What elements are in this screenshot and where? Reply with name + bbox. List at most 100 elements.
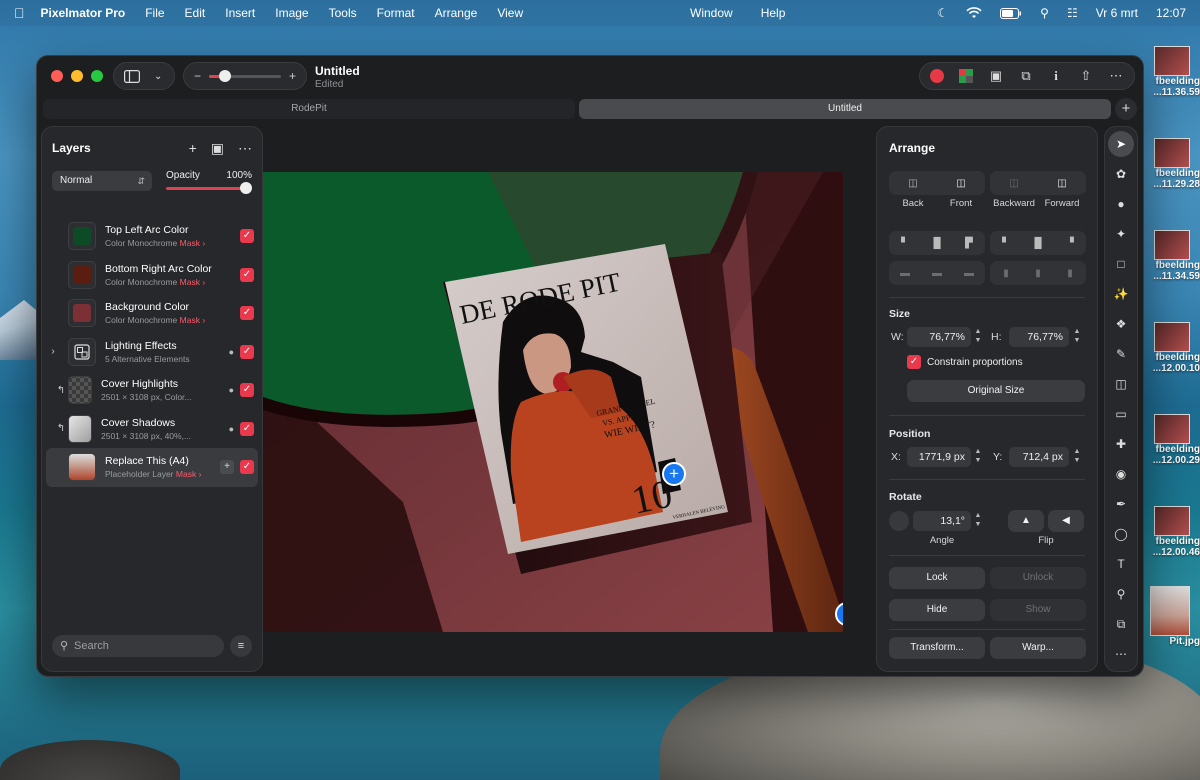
align-center-icon[interactable]: █ — [1022, 231, 1054, 255]
magic-wand-icon[interactable]: ✨ — [1108, 281, 1134, 307]
constrain-proportions-checkbox[interactable]: ✓ Constrain proportions — [907, 355, 1023, 369]
layer-row[interactable]: Background Color Color Monochrome Mask ›… — [46, 294, 258, 333]
apple-icon[interactable]:  — [14, 5, 25, 21]
layer-visibility-checkbox[interactable]: ✓ — [240, 383, 254, 398]
zoom-tool-icon[interactable]: ⚲ — [1108, 581, 1134, 607]
selection-tool-icon[interactable]: □ — [1108, 251, 1134, 277]
menu-arrange[interactable]: Arrange — [435, 6, 478, 20]
shapes-tool-icon[interactable]: ◯ — [1108, 521, 1134, 547]
send-backward-button[interactable]: ◫ — [990, 171, 1038, 195]
fullscreen-window-button[interactable] — [91, 70, 103, 82]
menu-insert[interactable]: Insert — [225, 6, 255, 20]
bring-to-front-button[interactable]: ◫ — [937, 171, 985, 195]
menu-format[interactable]: Format — [377, 6, 415, 20]
blend-mode-select[interactable]: Normal ⇵ — [52, 171, 152, 191]
lock-icon[interactable]: ● — [229, 385, 234, 395]
height-stepper[interactable]: ▲ ▼ — [1071, 327, 1083, 347]
hide-button[interactable]: Hide — [889, 599, 985, 621]
layer-visibility-checkbox[interactable]: ✓ — [240, 344, 254, 359]
width-field[interactable]: 76,77% — [907, 327, 971, 347]
opacity-value[interactable]: 100% — [226, 170, 252, 181]
desktop-file-icon[interactable]: fbeelding ...11.36.59 — [1136, 46, 1200, 98]
rotation-dial[interactable] — [889, 511, 909, 531]
layer-row[interactable]: ↰ Cover Shadows 2501 × 3108 px, 40%,... … — [46, 410, 258, 449]
mask-link[interactable]: Mask — [180, 277, 200, 287]
opacity-slider[interactable] — [166, 187, 248, 190]
align-top-icon[interactable]: ▘ — [889, 231, 921, 255]
zoom-in-button[interactable]: + — [289, 69, 296, 83]
layers-more-button[interactable]: ⋯ — [238, 140, 252, 157]
zoom-slider-knob[interactable] — [218, 69, 231, 82]
layer-visibility-checkbox[interactable]: ✓ — [240, 306, 254, 321]
distribute-middle-icon[interactable]: ▬ — [921, 261, 953, 285]
menubar-time[interactable]: 12:07 — [1156, 6, 1186, 20]
distribute-left-icon[interactable]: ▮ — [990, 261, 1022, 285]
original-size-button[interactable]: Original Size — [907, 380, 1085, 402]
menu-view[interactable]: View — [497, 6, 523, 20]
menu-help[interactable]: Help — [761, 6, 786, 20]
new-tab-button[interactable]: + — [1115, 98, 1137, 120]
color-adjust-icon[interactable] — [958, 68, 974, 84]
menu-app-name[interactable]: Pixelmator Pro — [41, 6, 126, 20]
filter-icon[interactable]: ≡ — [230, 635, 252, 657]
menu-tools[interactable]: Tools — [329, 6, 357, 20]
angle-stepper[interactable]: ▲ ▼ — [972, 511, 984, 531]
chevron-down-icon[interactable]: ⌄ — [154, 71, 162, 82]
y-stepper[interactable]: ▲ ▼ — [1071, 447, 1083, 467]
layer-row-selected[interactable]: Replace This (A4) Placeholder Layer Mask… — [46, 448, 258, 487]
sidebar-icon[interactable] — [124, 69, 140, 83]
desktop-file-icon[interactable]: fbeelding ...12.00.10 — [1136, 322, 1200, 374]
menu-image[interactable]: Image — [275, 6, 308, 20]
flip-horizontal-icon[interactable]: ◀ — [1048, 510, 1084, 532]
desktop-file-icon[interactable]: fbeelding ...12.00.29 — [1136, 414, 1200, 466]
lock-icon[interactable]: ● — [229, 347, 234, 357]
distribute-top-icon[interactable]: ▬ — [889, 261, 921, 285]
warp-button[interactable]: Warp... — [990, 637, 1086, 659]
unlock-button[interactable]: Unlock — [990, 567, 1086, 589]
add-layer-button[interactable]: + — [189, 140, 197, 157]
retouch-tool-icon[interactable]: ❖ — [1108, 311, 1134, 337]
mask-link[interactable]: Mask — [180, 238, 200, 248]
clone-tool-icon[interactable]: ◉ — [1108, 461, 1134, 487]
align-right-icon[interactable]: ▝ — [1054, 231, 1086, 255]
width-stepper[interactable]: ▲ ▼ — [972, 327, 984, 347]
menu-window[interactable]: Window — [690, 6, 733, 20]
transform-button[interactable]: Transform... — [889, 637, 985, 659]
height-field[interactable]: 76,77% — [1009, 327, 1069, 347]
more-icon[interactable]: ⋯ — [1108, 68, 1124, 84]
y-position-field[interactable]: 712,4 px — [1009, 447, 1069, 467]
tab-rodepit[interactable]: RodePit — [43, 99, 575, 119]
layers-search-input[interactable]: ⚲ Search — [52, 635, 224, 657]
focus-moon-icon[interactable]: ☾ — [937, 6, 948, 20]
crop-icon[interactable]: ⧉ — [1018, 68, 1034, 84]
share-icon[interactable]: ⇧ — [1078, 68, 1094, 84]
replace-image-button[interactable]: + — [220, 460, 234, 475]
desktop-file-icon[interactable]: fbeelding ...12.00.46 — [1136, 506, 1200, 558]
distribute-bottom-icon[interactable]: ▬ — [953, 261, 985, 285]
disclosure-chevron-icon[interactable]: › — [46, 346, 60, 357]
x-stepper[interactable]: ▲ ▼ — [972, 447, 984, 467]
effects-icon[interactable]: ▣ — [988, 68, 1004, 84]
align-left-icon[interactable]: ▘ — [990, 231, 1022, 255]
type-tool-icon[interactable]: T — [1108, 551, 1134, 577]
layer-row[interactable]: › Lighting Effects 5 Alternative Element… — [46, 333, 258, 372]
mask-link[interactable]: Mask — [180, 315, 200, 325]
tab-untitled[interactable]: Untitled — [579, 99, 1111, 119]
crop-tool-icon[interactable]: ⧉ — [1108, 611, 1134, 637]
battery-icon[interactable] — [1000, 7, 1022, 19]
zoom-out-button[interactable]: − — [194, 69, 201, 83]
layer-visibility-checkbox[interactable]: ✓ — [240, 229, 254, 244]
layer-row[interactable]: ↰ Cover Highlights 2501 × 3108 px, Color… — [46, 371, 258, 410]
close-window-button[interactable] — [51, 70, 63, 82]
send-to-back-button[interactable]: ◫ — [889, 171, 937, 195]
desktop-file-icon[interactable]: fbeelding ...11.29.28 — [1136, 138, 1200, 190]
mask-layer-button[interactable]: ▣ — [211, 140, 224, 157]
spotlight-search-icon[interactable]: ⚲ — [1040, 6, 1049, 20]
layer-row[interactable]: Top Left Arc Color Color Monochrome Mask… — [46, 217, 258, 256]
flip-vertical-icon[interactable]: ▲ — [1008, 510, 1044, 532]
layer-visibility-checkbox[interactable]: ✓ — [240, 421, 254, 436]
x-position-field[interactable]: 1771,9 px — [907, 447, 971, 467]
distribute-center-icon[interactable]: ▮ — [1022, 261, 1054, 285]
menu-file[interactable]: File — [145, 6, 164, 20]
minimize-window-button[interactable] — [71, 70, 83, 82]
